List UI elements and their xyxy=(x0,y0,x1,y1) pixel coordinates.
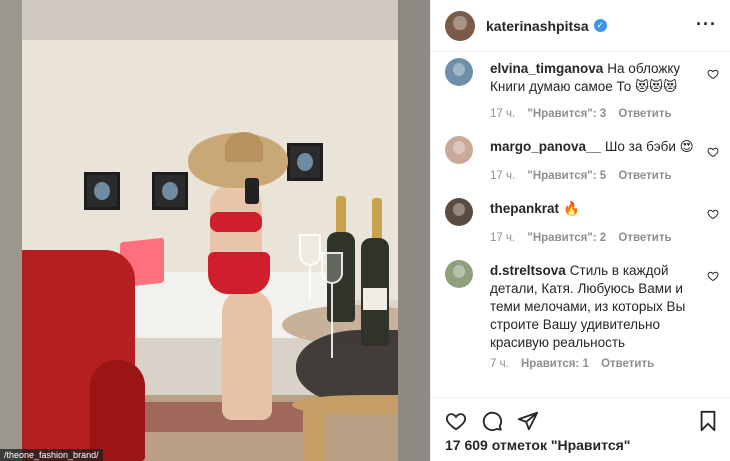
wall-art-3 xyxy=(287,143,323,181)
comment-time: 7 ч. xyxy=(490,358,509,370)
commenter-username[interactable]: elvina_timganova xyxy=(490,61,603,76)
photo-hat-crown xyxy=(225,132,263,162)
comment-meta: 7 ч. Нравится: 1 Ответить xyxy=(490,358,663,370)
comment-item: thepankrat 🔥 17 ч. "Нравится": 2 Ответить xyxy=(445,192,725,254)
photo-ceiling xyxy=(0,0,430,40)
comment-text: 🔥 xyxy=(563,201,580,216)
comment-likes[interactable]: "Нравится": 2 xyxy=(527,232,606,244)
comment-body: d.streltsova Стиль в каждой детали, Катя.… xyxy=(490,262,704,352)
photo-swimsuit-bottom xyxy=(208,252,270,294)
photo-bottle-neck-2 xyxy=(372,198,382,242)
photo-wineglass-stem-2 xyxy=(331,284,333,358)
heart-icon[interactable] xyxy=(445,410,467,432)
photo-rug xyxy=(135,402,305,432)
send-icon[interactable] xyxy=(517,410,539,432)
comment-item: elvina_timganova На обложку Книги думаю с… xyxy=(445,52,725,130)
comment-like-heart-icon[interactable] xyxy=(707,68,719,80)
comment-likes[interactable]: "Нравится": 5 xyxy=(527,170,606,182)
comment-body: margo_panova__ Шо за бэби 😍 xyxy=(490,138,704,156)
comment-text: Шо за бэби 😍 xyxy=(605,139,694,154)
photo-watermark: /theone_fashion_brand/ xyxy=(0,449,103,461)
wall-art-1 xyxy=(84,172,120,210)
author-avatar[interactable] xyxy=(445,10,475,41)
comment-list: elvina_timganova На обложку Книги думаю с… xyxy=(431,52,730,396)
comment-likes[interactable]: Нравится: 1 xyxy=(521,358,589,370)
more-horizontal-icon[interactable]: ··· xyxy=(696,15,717,33)
comment-meta: 17 ч. "Нравится": 3 Ответить xyxy=(490,108,681,120)
comment-body: thepankrat 🔥 xyxy=(490,200,704,218)
likes-count[interactable]: 17 609 отметок "Нравится" xyxy=(445,437,630,453)
comment-likes[interactable]: "Нравится": 3 xyxy=(527,108,606,120)
comment-time: 17 ч. xyxy=(490,108,516,120)
comment-meta: 17 ч. "Нравится": 2 Ответить xyxy=(490,232,681,244)
comment-reply-button[interactable]: Ответить xyxy=(601,358,654,370)
commenter-avatar[interactable] xyxy=(445,58,473,86)
photo-bottle-neck-1 xyxy=(336,196,346,236)
photo-table-leg xyxy=(303,405,325,461)
commenter-username[interactable]: thepankrat xyxy=(490,201,559,216)
post-header: katerinashpitsa ✓ ··· xyxy=(431,0,730,52)
comment-meta: 17 ч. "Нравится": 5 Ответить xyxy=(490,170,681,182)
commenter-avatar[interactable] xyxy=(445,260,473,288)
photo-wineglass-stem-1 xyxy=(309,266,311,300)
comment-reply-button[interactable]: Ответить xyxy=(618,170,671,182)
comment-reply-button[interactable]: Ответить xyxy=(618,108,671,120)
photo-armchair-arm xyxy=(90,360,145,461)
comment-body: elvina_timganova На обложку Книги думаю с… xyxy=(490,60,704,96)
wall-art-2 xyxy=(152,172,188,210)
photo-mirror-frame-left xyxy=(0,0,22,461)
post-photo[interactable]: /theone_fashion_brand/ xyxy=(0,0,430,461)
photo-mirror-frame-right xyxy=(398,0,430,461)
photo-bottle-label xyxy=(363,288,387,310)
comment-like-heart-icon[interactable] xyxy=(707,208,719,220)
comment-time: 17 ч. xyxy=(490,170,516,182)
post-actions: 17 609 отметок "Нравится" xyxy=(431,397,730,461)
comment-item: d.streltsova Стиль в каждой детали, Катя.… xyxy=(445,254,725,384)
comment-icon[interactable] xyxy=(481,410,503,432)
commenter-avatar[interactable] xyxy=(445,198,473,226)
bookmark-icon[interactable] xyxy=(697,410,719,432)
commenter-avatar[interactable] xyxy=(445,136,473,164)
comment-like-heart-icon[interactable] xyxy=(707,146,719,158)
photo-swimsuit-top xyxy=(210,212,262,232)
comment-time: 17 ч. xyxy=(490,232,516,244)
photo-figure-legs xyxy=(222,290,272,420)
author-username[interactable]: katerinashpitsa xyxy=(486,18,589,34)
commenter-username[interactable]: margo_panova__ xyxy=(490,139,601,154)
verified-badge-icon: ✓ xyxy=(593,19,607,32)
photo-wineglass-2 xyxy=(321,252,343,284)
post-sidebar: katerinashpitsa ✓ ··· elvina_timganova На… xyxy=(430,0,730,461)
comment-like-heart-icon[interactable] xyxy=(707,270,719,282)
photo-phone xyxy=(245,178,259,204)
comment-item: margo_panova__ Шо за бэби 😍 17 ч. "Нравит… xyxy=(445,130,725,192)
commenter-username[interactable]: d.streltsova xyxy=(490,263,566,278)
photo-wineglass-1 xyxy=(299,234,321,266)
comment-reply-button[interactable]: Ответить xyxy=(618,232,671,244)
